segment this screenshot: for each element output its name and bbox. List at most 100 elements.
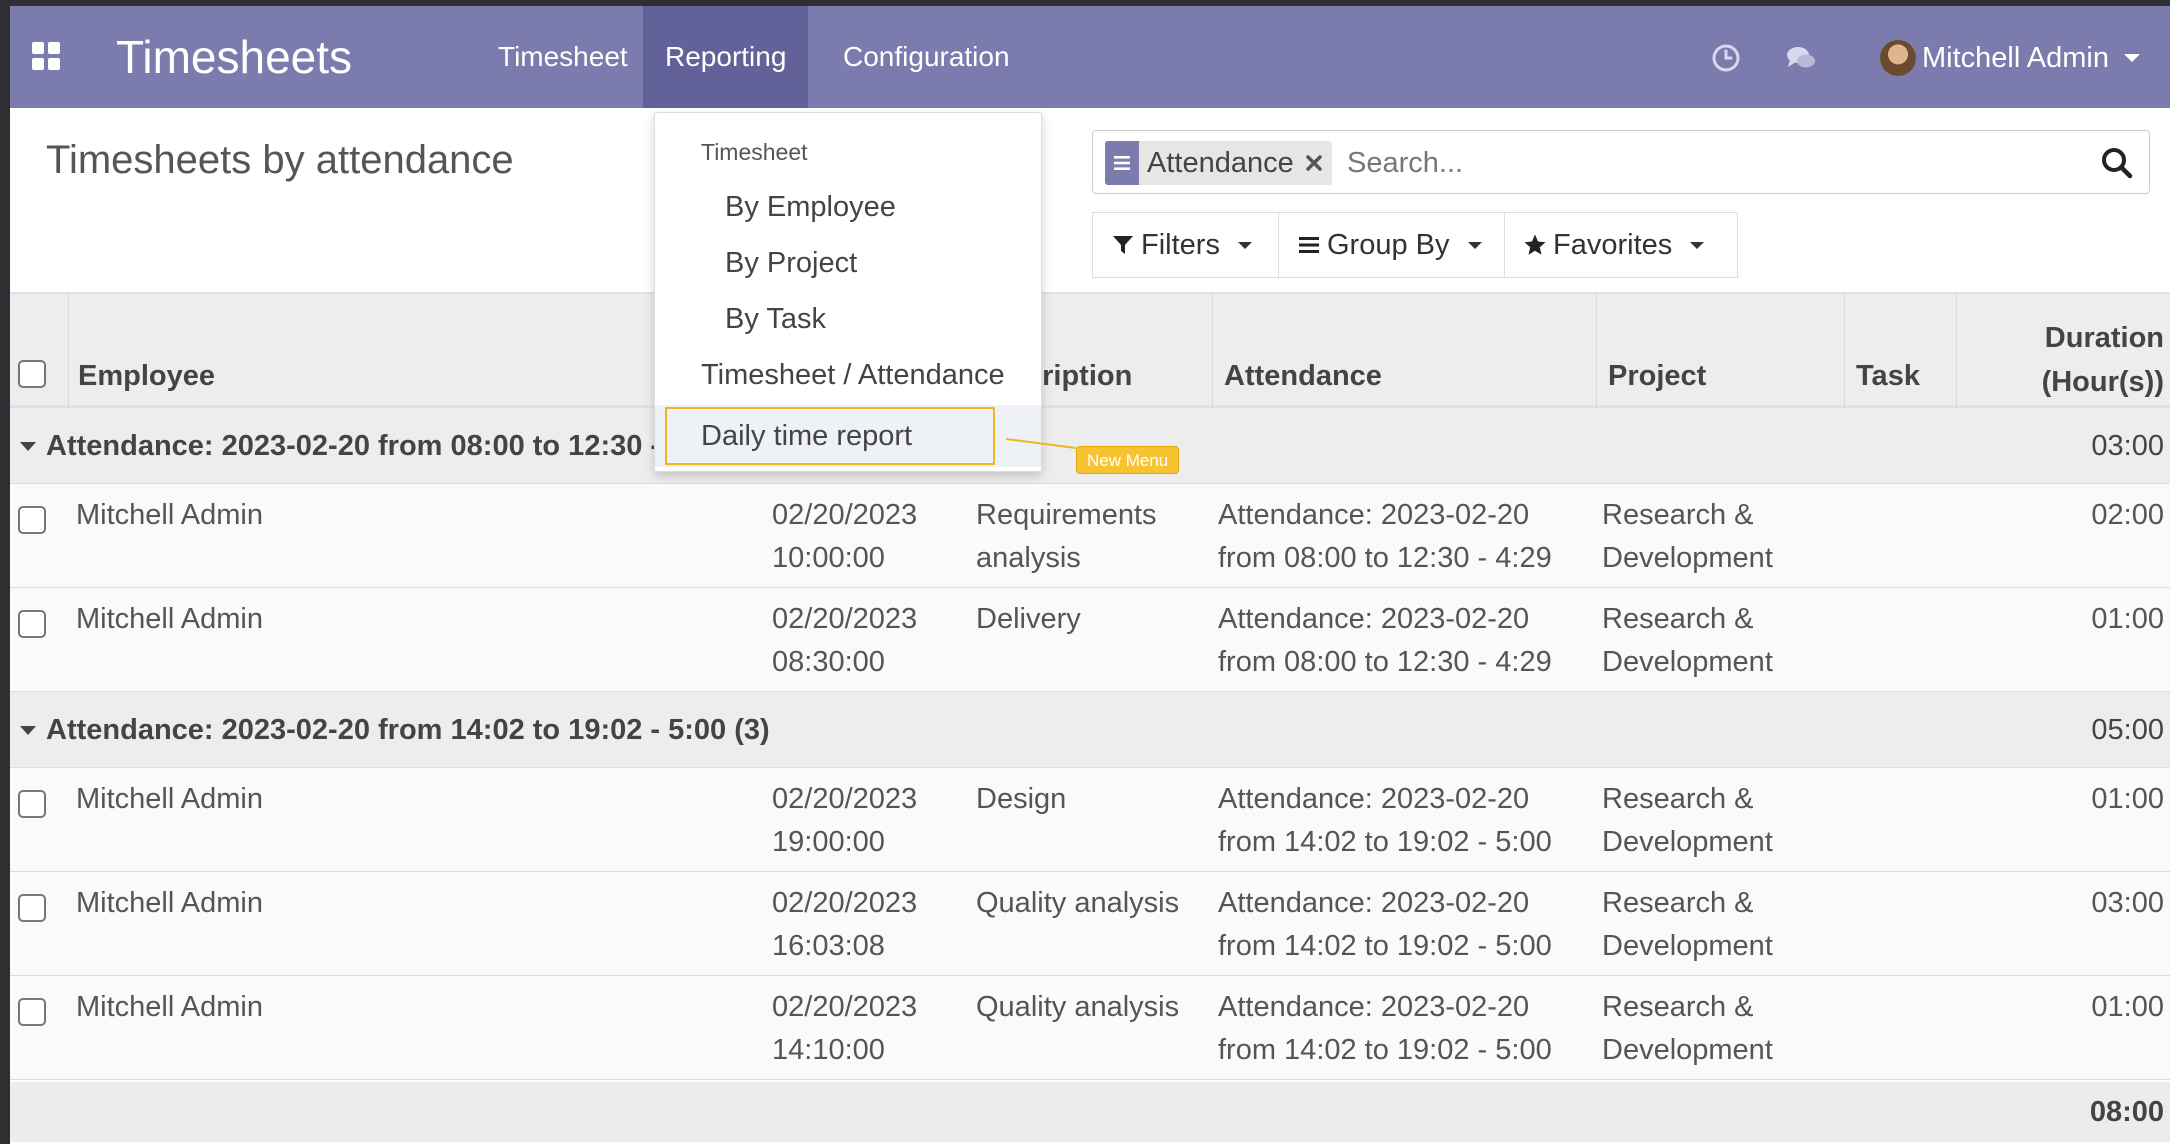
menu-item-by-employee[interactable]: By Employee [655,181,1041,233]
page-title: Timesheets by attendance [46,138,514,182]
cell-duration: 01:00 [2091,603,2164,635]
caret-down-icon [20,442,36,451]
cell-description: Quality analysis [976,991,1180,1023]
row-checkbox[interactable] [18,894,46,922]
favorites-button[interactable]: Favorites [1504,212,1738,278]
filters-label: Filters [1141,228,1220,261]
table-row[interactable]: Mitchell Admin 02/20/2023 14:10:00 Qualit… [10,976,2170,1080]
column-divider [1212,294,1213,410]
user-menu-name[interactable]: Mitchell Admin [1922,42,2109,75]
row-checkbox[interactable] [18,998,46,1026]
grand-total-row: 08:00 [10,1082,2170,1142]
bars-icon [1299,237,1319,253]
cell-project: Research & Development [1602,887,1773,962]
cell-duration: 02:00 [2091,499,2164,531]
cell-attendance: Attendance: 2023-02-20 from 14:02 to 19:0… [1218,783,1552,858]
group-label: Attendance: 2023-02-20 from 08:00 to 12:… [46,430,661,462]
group-by-label: Group By [1327,228,1450,261]
cell-project: Research & Development [1602,499,1773,574]
app-brand[interactable]: Timesheets [116,30,352,84]
cell-description: Delivery [976,603,1081,635]
menu-item-by-task[interactable]: By Task [655,293,1041,345]
column-divider [1844,294,1845,410]
column-divider [1956,294,1957,410]
cell-description: Design [976,783,1067,815]
select-all-checkbox[interactable] [18,360,46,388]
cell-duration: 01:00 [2091,783,2164,815]
menu-timesheet[interactable]: Timesheet [476,6,650,108]
cell-date: 02/20/2023 16:03:08 [772,887,918,962]
cell-duration: 03:00 [2091,887,2164,919]
caret-down-icon[interactable] [2124,54,2140,62]
cell-description: Requirements analysis [976,499,1157,574]
star-icon [1524,234,1546,255]
menu-item-timesheet-attendance[interactable]: Timesheet / Attendance [655,349,1041,401]
facet-remove-icon[interactable] [1302,151,1326,175]
column-duration[interactable]: Duration (Hour(s)) [2042,316,2164,404]
timesheets-app: Timesheets Timesheet Reporting Configura… [10,6,2170,1144]
row-checkbox[interactable] [18,610,46,638]
table-row[interactable]: Mitchell Admin 02/20/2023 10:00:00 Requir… [10,484,2170,588]
dropdown-header: Timesheet [701,139,808,165]
cell-attendance: Attendance: 2023-02-20 from 14:02 to 19:0… [1218,887,1552,962]
column-employee[interactable]: Employee [78,360,215,393]
menu-item-daily-time-report[interactable]: Daily time report [655,405,1041,467]
group-total: 03:00 [2091,430,2164,462]
table-row[interactable]: Mitchell Admin 02/20/2023 16:03:08 Qualit… [10,872,2170,976]
cell-attendance: Attendance: 2023-02-20 from 08:00 to 12:3… [1218,499,1552,574]
group-row[interactable]: Attendance: 2023-02-20 from 14:02 to 19:… [10,692,2170,768]
column-duration-line2: (Hour(s)) [2041,366,2164,398]
cell-employee: Mitchell Admin [76,499,263,531]
cell-employee: Mitchell Admin [76,603,263,635]
menu-configuration[interactable]: Configuration [821,6,1032,108]
daily-time-report-label: Daily time report [701,420,913,452]
column-project[interactable]: Project [1608,360,1706,393]
reporting-dropdown: Timesheet By Employee By Project By Task… [654,112,1042,472]
column-task[interactable]: Task [1856,360,1920,393]
clock-icon[interactable] [1710,42,1742,74]
cell-description: Quality analysis [976,887,1180,919]
cell-employee: Mitchell Admin [76,783,263,815]
chat-icon[interactable] [1785,42,1817,74]
caret-down-icon [1690,241,1705,249]
table-row[interactable]: Mitchell Admin 02/20/2023 08:30:00 Delive… [10,588,2170,692]
user-avatar[interactable] [1880,40,1916,76]
favorites-label: Favorites [1553,228,1673,261]
row-checkbox[interactable] [18,790,46,818]
menu-item-by-project[interactable]: By Project [655,237,1041,289]
cell-date: 02/20/2023 08:30:00 [772,603,918,678]
caret-down-icon [1467,241,1482,249]
column-divider [68,294,69,410]
table-header: Employee cription Attendance Project Tas… [10,292,2170,410]
group-total: 05:00 [2091,714,2164,746]
column-duration-line1: Duration [2044,322,2164,354]
cell-duration: 01:00 [2091,991,2164,1023]
search-icon[interactable] [2099,145,2135,181]
cell-employee: Mitchell Admin [76,991,263,1023]
search-input[interactable] [1347,141,2047,185]
group-by-button[interactable]: Group By [1278,212,1508,278]
cell-date: 02/20/2023 19:00:00 [772,783,918,858]
cell-project: Research & Development [1602,783,1773,858]
group-by-icon [1105,141,1139,185]
search-facet: Attendance [1105,141,1332,185]
filter-icon [1113,236,1133,254]
row-checkbox[interactable] [18,506,46,534]
search-box: Attendance [1092,130,2150,194]
new-menu-callout: New Menu [1076,446,1180,474]
group-label: Attendance: 2023-02-20 from 14:02 to 19:… [46,714,770,746]
cell-employee: Mitchell Admin [76,887,263,919]
apps-menu-icon[interactable] [32,42,60,70]
cell-date: 02/20/2023 10:00:00 [772,499,918,574]
cell-project: Research & Development [1602,991,1773,1066]
cell-attendance: Attendance: 2023-02-20 from 08:00 to 12:3… [1218,603,1552,678]
grand-total: 08:00 [2089,1096,2164,1128]
table-row[interactable]: Mitchell Admin 02/20/2023 19:00:00 Design… [10,768,2170,872]
column-attendance[interactable]: Attendance [1224,360,1382,393]
facet-label: Attendance [1147,146,1294,179]
caret-down-icon [1237,241,1252,249]
filters-button[interactable]: Filters [1092,212,1286,278]
menu-reporting[interactable]: Reporting [643,6,809,108]
cell-date: 02/20/2023 14:10:00 [772,991,918,1066]
top-navbar: Timesheets Timesheet Reporting Configura… [10,6,2170,108]
